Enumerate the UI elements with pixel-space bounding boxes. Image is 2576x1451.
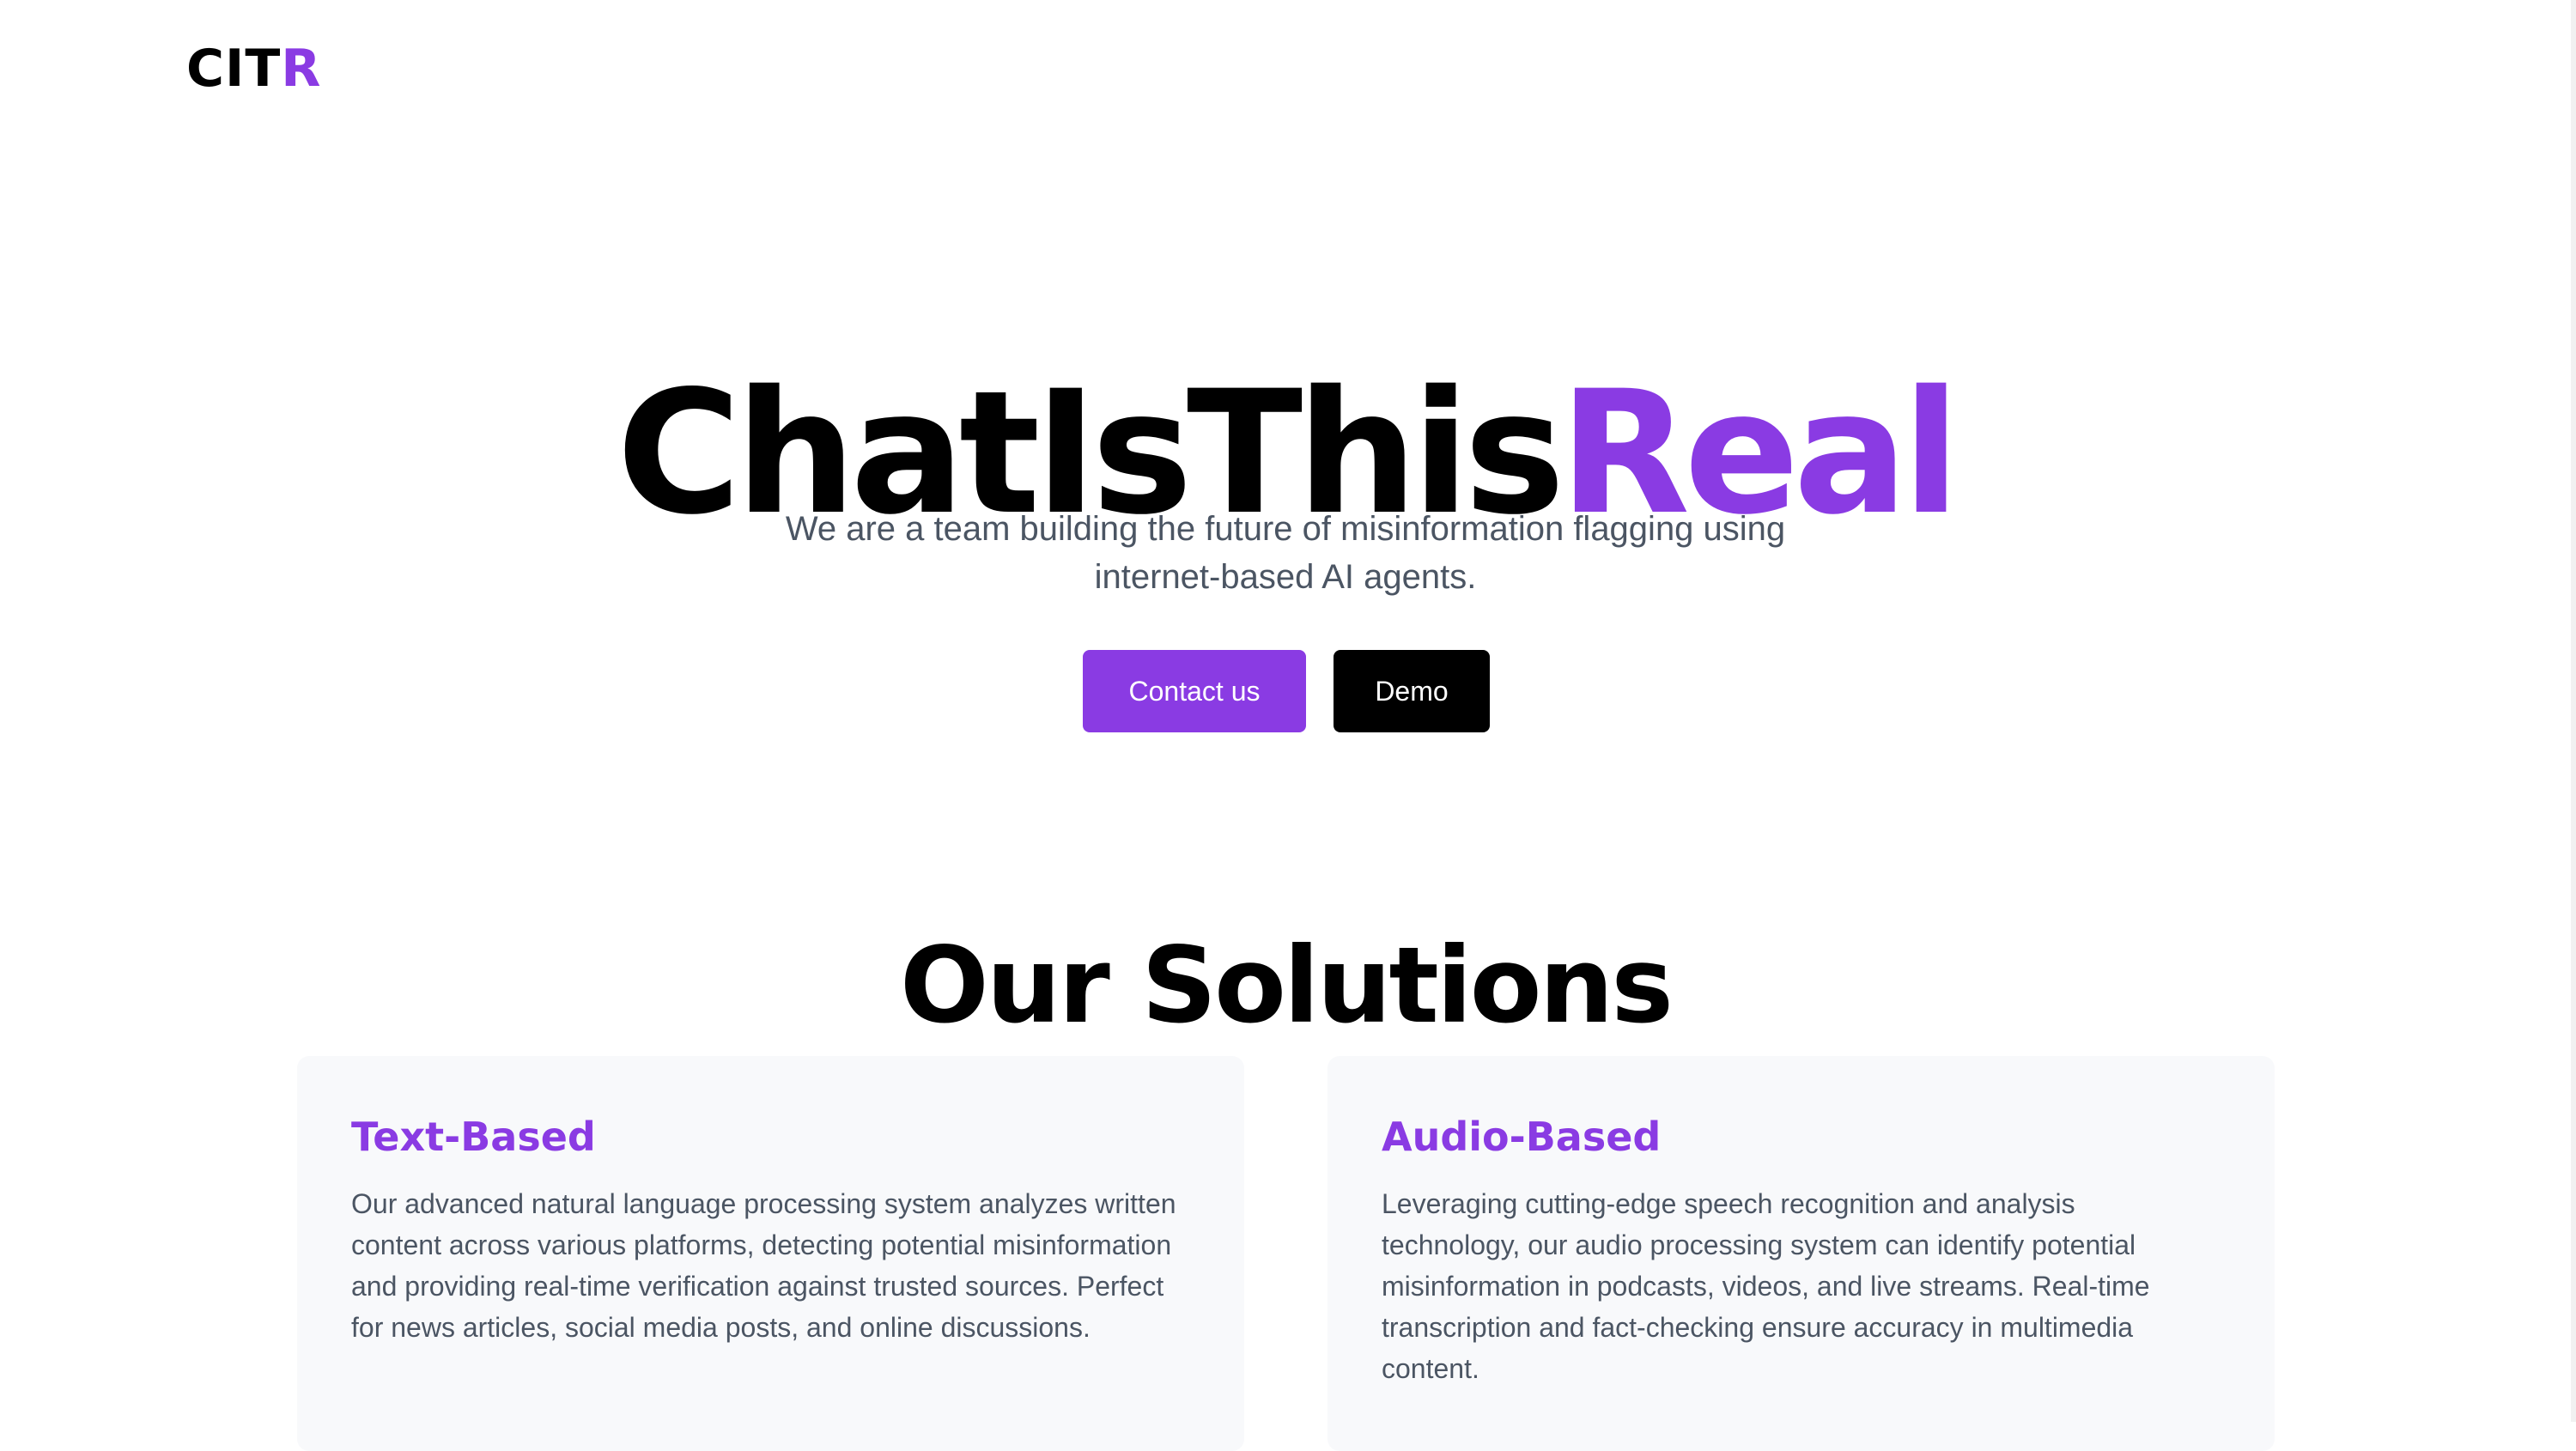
- solution-card-audio-based: Audio-Based Leveraging cutting-edge spee…: [1327, 1056, 2275, 1451]
- solutions-title: Our Solutions: [900, 925, 1674, 1047]
- logo[interactable]: CITR: [186, 38, 322, 100]
- logo-accent: R: [281, 39, 322, 99]
- solution-card-description: Leveraging cutting-edge speech recogniti…: [1382, 1188, 2150, 1384]
- solution-card-title: Audio-Based: [1382, 1114, 1662, 1160]
- solution-card-text-based: Text-Based Our advanced natural language…: [297, 1056, 1244, 1451]
- hero-subtitle: We are a team building the future of mis…: [785, 510, 1786, 596]
- solution-card-title: Text-Based: [351, 1114, 596, 1160]
- page-scrollbar[interactable]: [2571, 0, 2576, 1422]
- logo-text: CIT: [186, 39, 282, 99]
- contact-us-button[interactable]: Contact us: [1083, 650, 1306, 732]
- solution-card-description: Our advanced natural language processing…: [351, 1188, 1176, 1343]
- demo-button[interactable]: Demo: [1334, 650, 1490, 732]
